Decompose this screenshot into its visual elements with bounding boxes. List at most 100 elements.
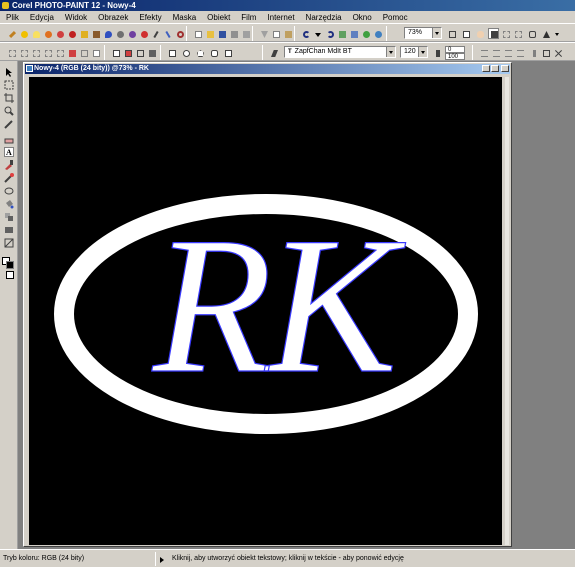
vertical-scrollbar[interactable]: [505, 77, 509, 545]
purple-drop-icon[interactable]: [126, 28, 137, 39]
effect-yellow-icon[interactable]: [78, 28, 89, 39]
import-icon[interactable]: [336, 28, 347, 39]
effect-brown-icon[interactable]: [90, 28, 101, 39]
menu-obrazek[interactable]: Obrazek: [98, 13, 128, 22]
menu-efekty[interactable]: Efekty: [139, 13, 161, 22]
minimize-button[interactable]: [482, 65, 490, 72]
close-x-icon[interactable]: [552, 47, 563, 58]
menu-maska[interactable]: Maska: [173, 13, 197, 22]
chevron-down-icon[interactable]: [386, 47, 395, 57]
sun-icon[interactable]: [18, 28, 29, 39]
align-right-icon[interactable]: [502, 47, 513, 58]
export-icon[interactable]: [348, 28, 359, 39]
redo-icon[interactable]: [324, 28, 335, 39]
mask-mode-icon[interactable]: [90, 47, 101, 58]
bulb-icon[interactable]: [30, 28, 41, 39]
copy-icon[interactable]: [270, 28, 281, 39]
font-family-combo[interactable]: T ZapfChan MdIt BT: [284, 46, 396, 58]
web-icon[interactable]: [372, 28, 383, 39]
mask-invert-icon[interactable]: [66, 47, 77, 58]
print-icon[interactable]: [228, 28, 239, 39]
brush-icon[interactable]: [6, 28, 17, 39]
spin-lower[interactable]: 100: [445, 53, 465, 60]
chevron-down-icon[interactable]: [418, 47, 427, 57]
menu-plik[interactable]: Plik: [6, 13, 19, 22]
chevron-down-icon[interactable]: [432, 28, 441, 38]
fill-tool-icon[interactable]: [4, 199, 14, 209]
mask-intersect-icon[interactable]: [54, 47, 65, 58]
menu-narzedzia[interactable]: Narzędzia: [306, 13, 342, 22]
zoom-one-to-one-icon[interactable]: [446, 28, 457, 39]
menu-film[interactable]: Film: [241, 13, 256, 22]
menu-pomoc[interactable]: Pomoc: [383, 13, 408, 22]
fill-color-swatch[interactable]: [6, 271, 14, 279]
eraser-tool-icon[interactable]: [4, 136, 14, 146]
ellipse-tool-icon[interactable]: [180, 47, 191, 58]
cut-icon[interactable]: [258, 28, 269, 39]
crop-icon[interactable]: [540, 47, 551, 58]
align-center-icon[interactable]: [490, 47, 501, 58]
spacing-icon[interactable]: [528, 47, 539, 58]
mask-overlay-icon[interactable]: [488, 28, 499, 39]
pick-tool-icon[interactable]: [4, 67, 14, 77]
interactive-fill-icon[interactable]: [4, 238, 14, 248]
effect-red-icon[interactable]: [66, 28, 77, 39]
hand-icon[interactable]: [474, 28, 485, 39]
menu-okno[interactable]: Okno: [353, 13, 372, 22]
object-marquee-icon[interactable]: [512, 28, 523, 39]
paint-tool-icon[interactable]: [4, 160, 14, 170]
effect-swirl-icon[interactable]: [54, 28, 65, 39]
zoom-tool-icon[interactable]: [4, 106, 14, 116]
menu-widok[interactable]: Widok: [65, 13, 87, 22]
mask-remove-icon[interactable]: [78, 47, 89, 58]
pen-icon[interactable]: [150, 28, 161, 39]
open-icon[interactable]: [204, 28, 215, 39]
mask-marquee-icon[interactable]: [500, 28, 511, 39]
eyedropper-tool-icon[interactable]: [4, 119, 14, 129]
clone-tool-icon[interactable]: [4, 212, 14, 222]
rectangle-mask-tool-icon[interactable]: [4, 80, 14, 90]
image-canvas[interactable]: RK: [29, 77, 502, 545]
zoom-combo[interactable]: 73%: [404, 27, 442, 39]
red-drop-icon[interactable]: [138, 28, 149, 39]
zoom-fit-icon[interactable]: [460, 28, 471, 39]
freehand-mask-icon[interactable]: [208, 47, 219, 58]
swirl-icon[interactable]: [174, 28, 185, 39]
crop-tool-icon[interactable]: [4, 93, 14, 103]
close-button[interactable]: [501, 65, 509, 72]
shape-tool-icon[interactable]: [4, 186, 14, 196]
lock-icon[interactable]: [526, 28, 537, 39]
paper-color-swatch[interactable]: [6, 261, 14, 269]
wand-icon[interactable]: [162, 28, 173, 39]
corel-launcher-icon[interactable]: [360, 28, 371, 39]
undo-dropdown-icon[interactable]: [312, 28, 323, 39]
shape-rect-red-icon[interactable]: [122, 47, 133, 58]
mask-add-icon[interactable]: [18, 47, 29, 58]
new-icon[interactable]: [192, 28, 203, 39]
effect-orange-icon[interactable]: [42, 28, 53, 39]
roll-up-dropdown-icon[interactable]: [552, 28, 563, 39]
align-left-icon[interactable]: [478, 47, 489, 58]
font-size-combo[interactable]: 120: [400, 46, 428, 58]
menu-edycja[interactable]: Edycja: [30, 13, 54, 22]
scan-icon[interactable]: [240, 28, 251, 39]
image-sprayer-icon[interactable]: [4, 225, 14, 235]
shape-fill-icon[interactable]: [146, 47, 157, 58]
menu-obiekt[interactable]: Obiekt: [207, 13, 230, 22]
status-arrow-icon[interactable]: [160, 557, 164, 563]
bold-icon[interactable]: [432, 47, 443, 58]
polygon-tool-icon[interactable]: [194, 47, 205, 58]
blue-drop-icon[interactable]: [102, 28, 113, 39]
shape-rect-icon[interactable]: [110, 47, 121, 58]
undo-icon[interactable]: [300, 28, 311, 39]
magic-mask-icon[interactable]: [222, 47, 233, 58]
menu-internet[interactable]: Internet: [267, 13, 294, 22]
mask-new-icon[interactable]: [6, 47, 17, 58]
paste-icon[interactable]: [282, 28, 293, 39]
shape-rect-outline-icon[interactable]: [134, 47, 145, 58]
roll-up-icon[interactable]: [540, 28, 551, 39]
spin-upper[interactable]: 0: [445, 46, 465, 53]
app-title-bar[interactable]: Corel PHOTO-PAINT 12 - Nowy-4: [0, 0, 575, 11]
mask-xor-icon[interactable]: [42, 47, 53, 58]
document-title-bar[interactable]: Nowy-4 (RGB (24 bity)) @73% - RK: [25, 64, 510, 74]
